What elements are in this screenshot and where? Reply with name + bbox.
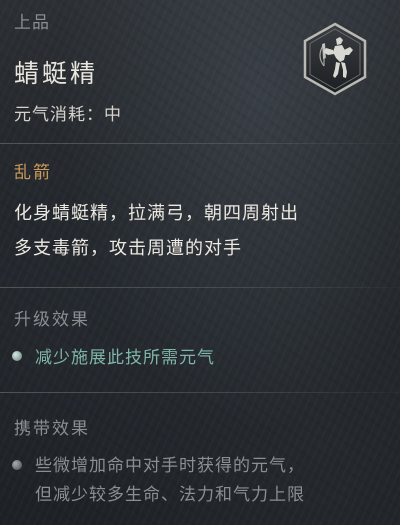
bullet-dot-icon (12, 351, 22, 361)
upgrade-effect-item: 减少施展此技所需元气 (12, 343, 215, 368)
carry-effect-text: 些微增加命中对手时获得的元气， 但减少较多生命、法力和气力上限 (35, 452, 305, 510)
skill-name: 乱箭 (14, 163, 52, 183)
mana-cost: 元气消耗：中 (14, 105, 122, 125)
spell-tooltip-panel: 上品 蜻蜓精 元气消耗：中 乱箭 化身蜻蜓精，拉满弓，朝四周射出 多支毒箭，攻击… (0, 0, 400, 525)
upgrade-effect-heading: 升级效果 (14, 310, 90, 330)
item-grade: 上品 (14, 13, 50, 33)
carry-effect-line-2: 但减少较多生命、法力和气力上限 (35, 485, 305, 505)
bullet-dot-icon (12, 460, 22, 470)
carry-effect-line-1: 些微增加命中对手时获得的元气， (35, 456, 305, 476)
divider-skill (0, 287, 400, 288)
spell-title: 蜻蜓精 (14, 59, 99, 88)
divider-header (0, 143, 400, 144)
carry-effect-heading: 携带效果 (14, 419, 90, 439)
upgrade-effect-text: 减少施展此技所需元气 (35, 348, 215, 368)
divider-upgrade (0, 392, 400, 393)
transformation-portrait-icon (303, 22, 367, 96)
skill-description-line-2: 多支毒箭，攻击周遭的对手 (14, 238, 242, 259)
skill-description-line-1: 化身蜻蜓精，拉满弓，朝四周射出 (14, 203, 299, 224)
skill-description: 化身蜻蜓精，拉满弓，朝四周射出 多支毒箭，攻击周遭的对手 (14, 196, 386, 266)
carry-effect-item: 些微增加命中对手时获得的元气， 但减少较多生命、法力和气力上限 (12, 452, 384, 510)
